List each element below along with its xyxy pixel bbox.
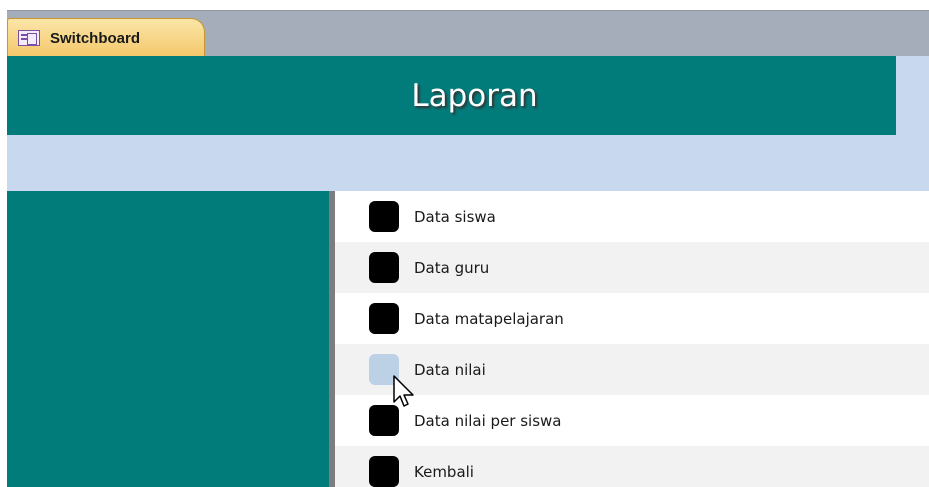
item-label[interactable]: Data siswa xyxy=(414,208,496,226)
tab-label: Switchboard xyxy=(50,29,141,47)
item-button[interactable] xyxy=(369,201,399,232)
item-label[interactable]: Kembali xyxy=(414,463,474,481)
item-button[interactable] xyxy=(369,456,399,487)
page-title: Laporan xyxy=(411,77,538,114)
switchboard-item-data-guru[interactable]: Data guru xyxy=(335,242,929,293)
form-header: Laporan xyxy=(7,56,896,135)
mouse-pointer-icon xyxy=(393,375,414,407)
switchboard-item-kembali[interactable]: Kembali xyxy=(335,446,929,487)
item-button[interactable] xyxy=(369,405,399,436)
item-label[interactable]: Data nilai per siswa xyxy=(414,412,562,430)
tab-switchboard[interactable]: Switchboard xyxy=(7,18,205,57)
switchboard-item-data-nilai[interactable]: Data nilai xyxy=(335,344,929,395)
item-button[interactable] xyxy=(369,303,399,334)
item-button[interactable] xyxy=(369,252,399,283)
switchboard-item-data-nilai-per-siswa[interactable]: Data nilai per siswa xyxy=(335,395,929,446)
switchboard-item-data-matapelajaran[interactable]: Data matapelajaran xyxy=(335,293,929,344)
form-icon xyxy=(18,30,40,46)
left-panel xyxy=(7,191,329,487)
access-window: Switchboard Laporan Data siswa Data guru… xyxy=(0,0,929,487)
switchboard-item-data-siswa[interactable]: Data siswa xyxy=(335,191,929,242)
document-tab-bar: Switchboard xyxy=(7,10,929,57)
item-label[interactable]: Data matapelajaran xyxy=(414,310,564,328)
switchboard-form: Laporan Data siswa Data guru Data matape… xyxy=(7,56,929,487)
item-label[interactable]: Data nilai xyxy=(414,361,486,379)
item-label[interactable]: Data guru xyxy=(414,259,489,277)
switchboard-items: Data siswa Data guru Data matapelajaran … xyxy=(335,191,929,487)
